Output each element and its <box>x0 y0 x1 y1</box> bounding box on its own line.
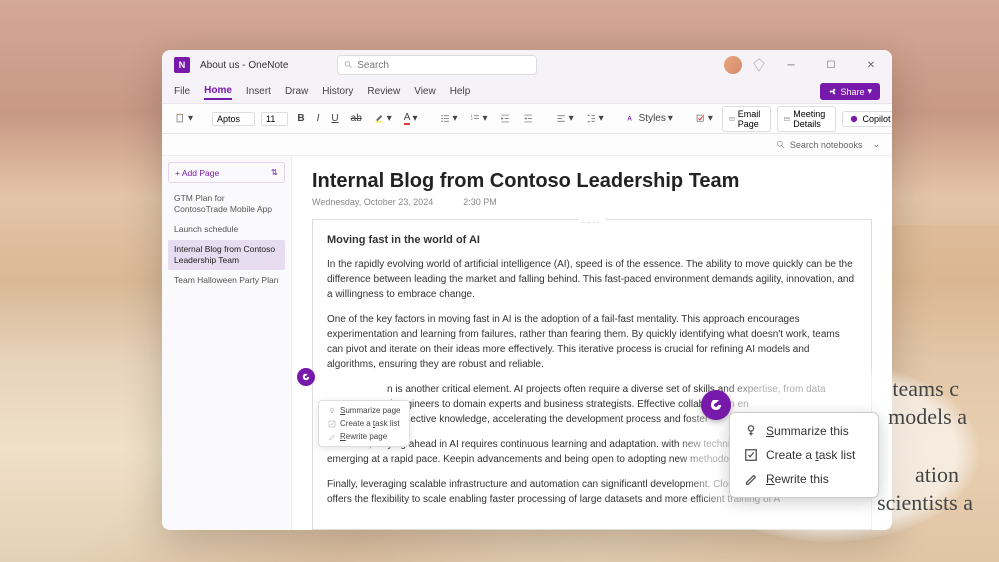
menu-history[interactable]: History <box>322 84 353 99</box>
zoom-bg-text: scientists a <box>877 490 973 516</box>
copilot-button[interactable]: Copilot <box>842 111 892 127</box>
page-date: Wednesday, October 23, 2024 <box>312 197 433 207</box>
highlight-button[interactable]: ▾ <box>371 111 395 126</box>
note-paragraph[interactable]: One of the key factors in moving fast in… <box>327 312 857 372</box>
search-icon <box>776 140 786 150</box>
notebook-search-dropdown[interactable]: ⌄ <box>872 139 880 150</box>
page-list-sidebar: + Add Page ⇅ GTM Plan for ContosoTrade M… <box>162 156 292 530</box>
page-item[interactable]: Launch schedule <box>168 220 285 239</box>
notebook-search-bar: Search notebooks ⌄ <box>162 134 892 156</box>
paste-button[interactable]: ▾ <box>172 111 196 126</box>
rewrite-page-item[interactable]: Rewrite page <box>322 430 406 443</box>
copilot-icon <box>301 372 311 382</box>
zoom-bg-text: ation <box>915 462 959 488</box>
copilot-icon <box>708 397 724 413</box>
italic-button[interactable]: I <box>314 111 323 126</box>
strike-button[interactable]: ab <box>348 111 365 126</box>
window-title: About us - OneNote <box>200 60 288 71</box>
onenote-app-icon: N <box>174 57 190 73</box>
copilot-floating-button-zoom[interactable] <box>701 390 731 420</box>
page-title[interactable]: Internal Blog from Contoso Leadership Te… <box>312 170 872 193</box>
add-page-button[interactable]: + Add Page ⇅ <box>168 162 285 183</box>
page-item[interactable]: GTM Plan for ContosoTrade Mobile App <box>168 189 285 219</box>
menu-view[interactable]: View <box>414 84 436 99</box>
maximize-button[interactable]: ☐ <box>816 55 846 75</box>
svg-text:A: A <box>627 116 632 123</box>
menu-help[interactable]: Help <box>450 84 471 99</box>
tag-button[interactable]: ▾ <box>692 111 716 126</box>
titlebar: N About us - OneNote ─ ☐ ✕ <box>162 50 892 80</box>
page-meta: Wednesday, October 23, 2024 2:30 PM <box>312 197 872 207</box>
notebook-search-label[interactable]: Search notebooks <box>790 140 863 150</box>
user-avatar[interactable] <box>724 56 742 74</box>
menu-home[interactable]: Home <box>204 83 232 100</box>
copilot-floating-button[interactable] <box>297 368 315 386</box>
spacing-button[interactable]: ▾ <box>583 111 607 126</box>
outdent-button[interactable] <box>497 111 514 126</box>
align-button[interactable]: ▾ <box>553 111 577 126</box>
note-heading[interactable]: Moving fast in the world of AI <box>327 232 857 249</box>
page-item[interactable]: Internal Blog from Contoso Leadership Te… <box>168 240 285 270</box>
svg-text:2: 2 <box>470 117 472 121</box>
meeting-details-button[interactable]: Meeting Details <box>777 106 836 132</box>
font-size-select[interactable]: 11 <box>261 112 288 126</box>
minimize-button[interactable]: ─ <box>776 55 806 75</box>
zoom-callout: teams c models a ation scientists a Summ… <box>679 362 979 542</box>
underline-button[interactable]: U <box>328 111 341 126</box>
rewrite-this-item[interactable]: Rewrite this <box>736 467 872 491</box>
copilot-context-menu: Summarize page Create a task list Rewrit… <box>318 400 410 447</box>
ribbon-toolbar: ▾ Aptos 11 B I U ab ▾ A▾ ▾ 12▾ ▾ ▾ AStyl… <box>162 104 892 134</box>
search-input[interactable] <box>357 60 530 71</box>
email-page-button[interactable]: Email Page <box>722 106 772 132</box>
share-button[interactable]: Share ▾ <box>820 83 880 100</box>
zoom-bg-text: models a <box>888 404 967 430</box>
copilot-context-menu-zoom: Summarize this Create a task list Rewrit… <box>729 412 879 498</box>
menu-review[interactable]: Review <box>367 84 400 99</box>
menu-file[interactable]: File <box>174 84 190 99</box>
share-icon <box>828 87 837 96</box>
zoom-bg-text: teams c <box>892 376 959 402</box>
note-paragraph[interactable]: In the rapidly evolving world of artific… <box>327 257 857 302</box>
font-color-button[interactable]: A▾ <box>401 110 421 127</box>
menubar: File Home Insert Draw History Review Vie… <box>162 80 892 104</box>
page-time: 2:30 PM <box>463 197 497 207</box>
styles-button[interactable]: AStyles▾ <box>623 111 676 126</box>
global-search[interactable] <box>337 55 537 75</box>
indent-button[interactable] <box>520 111 537 126</box>
menu-insert[interactable]: Insert <box>246 84 271 99</box>
numbering-button[interactable]: 12▾ <box>467 111 491 126</box>
summarize-page-item[interactable]: Summarize page <box>322 404 406 417</box>
page-item[interactable]: Team Halloween Party Plan <box>168 271 285 290</box>
close-button[interactable]: ✕ <box>856 55 886 75</box>
sort-icon[interactable]: ⇅ <box>271 167 278 178</box>
create-task-list-item[interactable]: Create a task list <box>736 443 872 467</box>
bold-button[interactable]: B <box>294 111 307 126</box>
search-icon <box>344 60 353 70</box>
create-task-list-item[interactable]: Create a task list <box>322 417 406 430</box>
summarize-this-item[interactable]: Summarize this <box>736 419 872 443</box>
menu-draw[interactable]: Draw <box>285 84 308 99</box>
premium-icon[interactable] <box>752 58 766 72</box>
bullets-button[interactable]: ▾ <box>437 111 461 126</box>
font-select[interactable]: Aptos <box>212 112 255 126</box>
